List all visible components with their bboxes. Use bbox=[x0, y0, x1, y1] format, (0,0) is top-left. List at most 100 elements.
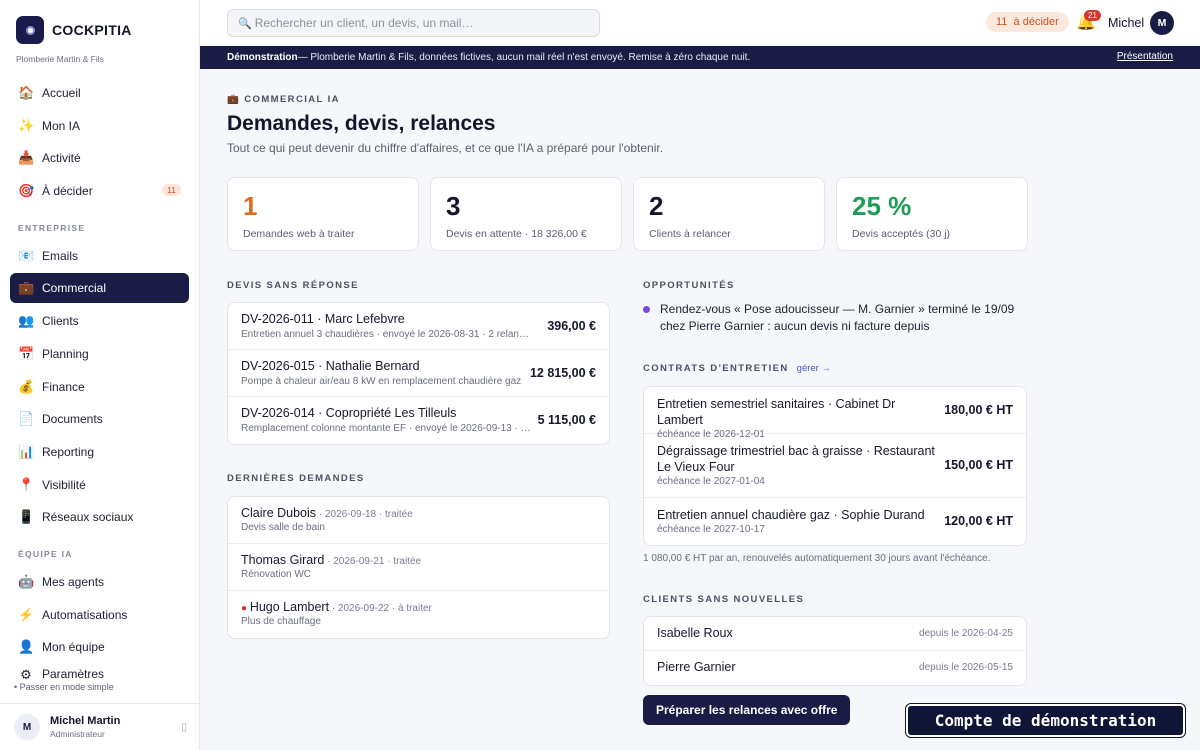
page-kicker: 💼 COMMERCIAL IA bbox=[227, 94, 340, 105]
mes-agents-icon: 🤖 bbox=[18, 573, 35, 589]
sidebar-item-reporting[interactable]: 📊 Reporting bbox=[10, 437, 189, 467]
sidebar-item-a-decider[interactable]: 🎯 À décider 11 bbox=[10, 176, 189, 206]
user-footer[interactable]: M Michel Martin Administrateur ▯ bbox=[0, 703, 199, 750]
sidebar-item-mon-equipe[interactable]: 👤 Mon équipe bbox=[10, 632, 189, 662]
sidebar-item-label: Planning bbox=[42, 346, 89, 361]
kpi-value: 3 bbox=[446, 191, 461, 221]
sidebar-item-label: Mon IA bbox=[42, 118, 81, 133]
sidebar-item-finance[interactable]: 💰 Finance bbox=[10, 372, 189, 402]
demande-title: Claire Dubois · 2026-09-18 · traitée bbox=[241, 506, 595, 520]
avatar[interactable]: M bbox=[1150, 11, 1174, 35]
kpi-card[interactable]: 3 Devis en attente · 18 326,00 € bbox=[430, 177, 622, 251]
kpi-card[interactable]: 25 % Devis acceptés (30 j) bbox=[836, 177, 1028, 251]
devis-description: Entretien annuel 3 chaudières · envoyé l… bbox=[241, 329, 533, 340]
sidebar-item-mon-ia[interactable]: ✨ Mon IA bbox=[10, 111, 189, 141]
sidebar-item-automatisations[interactable]: ⚡ Automatisations bbox=[10, 600, 189, 630]
commercial-icon: 💼 bbox=[18, 280, 35, 296]
clients-icon: 👥 bbox=[18, 313, 35, 329]
mon-ia-icon: ✨ bbox=[18, 117, 35, 133]
demande-row[interactable]: Claire Dubois · 2026-09-18 · traitée Devi… bbox=[228, 497, 609, 544]
sidebar-item-emails[interactable]: 📧 Emails bbox=[10, 241, 189, 271]
contrat-row[interactable]: Entretien annuel chaudière gaz · Sophie … bbox=[644, 498, 1026, 545]
contrat-amount: 150,00 € HT bbox=[944, 458, 1013, 472]
demandes-section-title: DERNIÈRES DEMANDES bbox=[227, 473, 365, 484]
page-title: Demandes, devis, relances bbox=[227, 112, 496, 135]
opportunity-item[interactable]: Rendez-vous « Pose adoucisseur — M. Garn… bbox=[643, 301, 1023, 335]
sidebar-item-clients[interactable]: 👥 Clients bbox=[10, 306, 189, 336]
contrats-section-title: CONTRATS D'ENTRETIEN gérer → bbox=[643, 363, 831, 374]
reporting-icon: 📊 bbox=[18, 443, 35, 459]
demande-title: ● Hugo Lambert · 2026-09-22 · à traiter bbox=[241, 600, 595, 614]
decide-pill[interactable]: 11 à décider bbox=[986, 12, 1069, 32]
decide-count: 11 bbox=[996, 16, 1008, 28]
sidebar-item-planning[interactable]: 📅 Planning bbox=[10, 339, 189, 369]
logout-icon[interactable]: ▯ bbox=[181, 722, 187, 733]
kpi-value: 25 % bbox=[852, 191, 912, 221]
sidebar-item-visibilite[interactable]: 📍 Visibilité bbox=[10, 470, 189, 500]
sidebar-item-commercial[interactable]: 💼 Commercial bbox=[10, 273, 189, 304]
search-icon: 🔍 bbox=[238, 17, 252, 30]
prepare-relances-button[interactable]: Préparer les relances avec offre bbox=[643, 695, 851, 725]
sidebar-item-activite[interactable]: 📥 Activité bbox=[10, 143, 189, 173]
user-role: Administrateur bbox=[50, 729, 105, 739]
demande-client: Claire Dubois bbox=[241, 506, 317, 520]
demande-subject: Devis salle de bain bbox=[241, 522, 325, 533]
contrats-card: Entretien semestriel sanitaires · Cabine… bbox=[643, 386, 1027, 546]
demo-banner-text: — Plomberie Martin & Fils, données ficti… bbox=[297, 52, 751, 63]
brand[interactable]: COCKPITIA bbox=[0, 0, 199, 44]
kpi-label: Clients à relancer bbox=[649, 228, 731, 240]
presentation-link[interactable]: Présentation bbox=[1117, 51, 1173, 62]
manage-contracts-link[interactable]: gérer → bbox=[797, 363, 831, 374]
sidebar-item-accueil[interactable]: 🏠 Accueil bbox=[10, 78, 189, 108]
topbar: 🔍 Rechercher un client, un devis, un mai… bbox=[200, 0, 1200, 46]
contrat-row[interactable]: Dégraissage trimestriel bac à graisse · … bbox=[644, 434, 1026, 498]
brand-logo-icon bbox=[16, 16, 44, 44]
client-row[interactable]: Pierre Garnier depuis le 2026-05-15 bbox=[644, 651, 1026, 685]
contrat-echeance: échéance le 2027-01-04 bbox=[657, 476, 765, 487]
sidebar-item-label: Mon équipe bbox=[42, 640, 105, 655]
clients-card: Isabelle Roux depuis le 2026-04-25 Pierre … bbox=[643, 616, 1027, 686]
kpi-value: 2 bbox=[649, 191, 664, 221]
demandes-card: Claire Dubois · 2026-09-18 · traitée Devi… bbox=[227, 496, 610, 639]
devis-row[interactable]: DV-2026-011 · Marc Lefebvre Entretien ann… bbox=[228, 303, 609, 350]
sidebar-item-reseaux-sociaux[interactable]: 📱 Réseaux sociaux bbox=[10, 502, 189, 532]
kpi-value: 1 bbox=[243, 191, 258, 221]
demande-meta: · 2026-09-18 · traitée bbox=[316, 509, 413, 520]
mon-equipe-icon: 👤 bbox=[18, 639, 35, 655]
client-row[interactable]: Isabelle Roux depuis le 2026-04-25 bbox=[644, 617, 1026, 651]
kpi-card[interactable]: 2 Clients à relancer bbox=[633, 177, 825, 251]
demande-row[interactable]: ● Hugo Lambert · 2026-09-22 · à traiter P… bbox=[228, 591, 609, 638]
sidebar-item-mes-agents[interactable]: 🤖 Mes agents bbox=[10, 567, 189, 597]
nav-section-equipe-ia: ÉQUIPE IA bbox=[18, 548, 73, 559]
demo-banner-strong: Démonstration bbox=[227, 52, 298, 63]
contrat-title: Entretien semestriel sanitaires · Cabine… bbox=[657, 397, 896, 427]
devis-amount: 12 815,00 € bbox=[529, 366, 596, 380]
devis-row[interactable]: DV-2026-015 · Nathalie Bernard Pompe à ch… bbox=[228, 350, 609, 397]
contrat-row[interactable]: Entretien semestriel sanitaires · Cabine… bbox=[644, 387, 1026, 440]
devis-row[interactable]: DV-2026-014 · Copropriété Les Tilleuls Re… bbox=[228, 397, 609, 444]
sidebar-item-documents[interactable]: 📄 Documents bbox=[10, 404, 189, 434]
demo-account-badge: Compte de démonstration bbox=[905, 703, 1186, 738]
planning-icon: 📅 bbox=[18, 345, 35, 361]
sidebar-item-parametres[interactable]: ⚙ Paramètres bbox=[10, 665, 189, 681]
simple-mode-link[interactable]: • Passer en mode simple bbox=[14, 682, 194, 692]
kpi-card[interactable]: 1 Demandes web à traiter bbox=[227, 177, 419, 251]
demande-client: Hugo Lambert bbox=[249, 600, 330, 614]
client-since: depuis le 2026-05-15 bbox=[919, 662, 1013, 673]
demande-row[interactable]: Thomas Girard · 2026-09-21 · traitée Réno… bbox=[228, 544, 609, 591]
avatar: M bbox=[14, 714, 40, 740]
sidebar: COCKPITIA Plomberie Martin & Fils 🏠 Accue… bbox=[0, 0, 200, 750]
accueil-icon: 🏠 bbox=[18, 85, 35, 100]
devis-amount: 5 115,00 € bbox=[537, 413, 596, 427]
devis-title: DV-2026-011 · Marc Lefebvre bbox=[241, 312, 405, 326]
search-input[interactable]: 🔍 Rechercher un client, un devis, un mai… bbox=[227, 9, 600, 37]
sidebar-item-label: Visibilité bbox=[42, 477, 86, 492]
clients-section-title: CLIENTS SANS NOUVELLES bbox=[643, 594, 805, 605]
company-name: Plomberie Martin & Fils bbox=[16, 54, 104, 64]
demande-meta: · 2026-09-21 · traitée bbox=[324, 556, 422, 567]
kpi-row: 1 Demandes web à traiter 3 Devis en attente… bbox=[227, 177, 1028, 251]
sidebar-item-label: Finance bbox=[42, 379, 85, 394]
top-user-name[interactable]: Michel bbox=[1108, 16, 1144, 30]
sidebar-item-label: Réseaux sociaux bbox=[42, 510, 134, 525]
user-name: Michel Martin bbox=[50, 715, 121, 727]
